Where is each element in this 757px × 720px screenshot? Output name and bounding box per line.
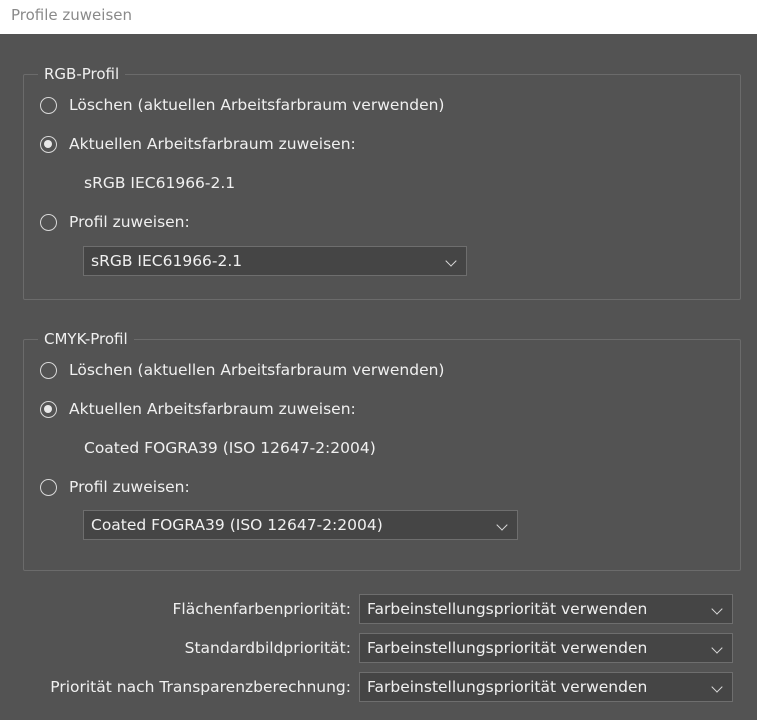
radio-icon[interactable] xyxy=(40,361,57,379)
cmyk-profile-select-value: Coated FOGRA39 (ISO 12647-2:2004) xyxy=(91,516,383,534)
chevron-down-icon xyxy=(711,681,723,693)
default-image-priority-select[interactable]: Farbeinstellungspriorität verwenden xyxy=(359,633,733,663)
cmyk-profile-group: CMYK-Profil Löschen (aktuellen Arbeitsfa… xyxy=(23,330,741,571)
after-blending-priority-select[interactable]: Farbeinstellungspriorität verwenden xyxy=(359,672,733,702)
radio-icon[interactable] xyxy=(40,478,57,496)
cmyk-delete-option[interactable]: Löschen (aktuellen Arbeitsfarbraum verwe… xyxy=(40,361,444,379)
spot-color-priority-label: Flächenfarbenpriorität: xyxy=(172,600,351,618)
rgb-assign-working-option[interactable]: Aktuellen Arbeitsfarbraum zuweisen: xyxy=(40,135,356,153)
cmyk-working-profile-name: Coated FOGRA39 (ISO 12647-2:2004) xyxy=(84,439,376,457)
assign-profiles-dialog: RGB-Profil Löschen (aktuellen Arbeitsfar… xyxy=(0,34,757,720)
rgb-working-profile-name: sRGB IEC61966-2.1 xyxy=(84,174,236,192)
default-image-priority-value: Farbeinstellungspriorität verwenden xyxy=(367,639,648,657)
cmyk-assign-profile-label: Profil zuweisen: xyxy=(69,478,190,496)
after-blending-priority-value: Farbeinstellungspriorität verwenden xyxy=(367,678,648,696)
window-title-bar: Profile zuweisen xyxy=(0,0,757,34)
cmyk-assign-working-label: Aktuellen Arbeitsfarbraum zuweisen: xyxy=(69,400,356,418)
spot-color-priority-value: Farbeinstellungspriorität verwenden xyxy=(367,600,648,618)
rgb-assign-working-label: Aktuellen Arbeitsfarbraum zuweisen: xyxy=(69,135,356,153)
after-blending-priority-label: Priorität nach Transparenzberechnung: xyxy=(50,678,351,696)
rgb-assign-profile-label: Profil zuweisen: xyxy=(69,213,190,231)
chevron-down-icon xyxy=(711,642,723,654)
radio-checked-icon[interactable] xyxy=(40,135,57,153)
cmyk-profile-legend: CMYK-Profil xyxy=(38,330,134,348)
rgb-profile-group: RGB-Profil Löschen (aktuellen Arbeitsfar… xyxy=(23,65,741,300)
cmyk-assign-working-option[interactable]: Aktuellen Arbeitsfarbraum zuweisen: xyxy=(40,400,356,418)
cmyk-assign-profile-option[interactable]: Profil zuweisen: xyxy=(40,478,190,496)
rgb-profile-select[interactable]: sRGB IEC61966-2.1 xyxy=(83,246,467,276)
rgb-profile-legend: RGB-Profil xyxy=(38,65,126,83)
window-title: Profile zuweisen xyxy=(11,6,133,24)
rgb-delete-option[interactable]: Löschen (aktuellen Arbeitsfarbraum verwe… xyxy=(40,96,444,114)
spot-color-priority-select[interactable]: Farbeinstellungspriorität verwenden xyxy=(359,594,733,624)
chevron-down-icon xyxy=(711,603,723,615)
radio-icon[interactable] xyxy=(40,96,57,114)
cmyk-profile-select[interactable]: Coated FOGRA39 (ISO 12647-2:2004) xyxy=(83,510,518,540)
radio-checked-icon[interactable] xyxy=(40,400,57,418)
radio-icon[interactable] xyxy=(40,213,57,231)
chevron-down-icon xyxy=(496,519,508,531)
chevron-down-icon xyxy=(445,255,457,267)
default-image-priority-label: Standardbildpriorität: xyxy=(184,639,351,657)
rgb-delete-label: Löschen (aktuellen Arbeitsfarbraum verwe… xyxy=(69,96,445,114)
cmyk-delete-label: Löschen (aktuellen Arbeitsfarbraum verwe… xyxy=(69,361,445,379)
rgb-profile-select-value: sRGB IEC61966-2.1 xyxy=(91,252,243,270)
rgb-assign-profile-option[interactable]: Profil zuweisen: xyxy=(40,213,190,231)
